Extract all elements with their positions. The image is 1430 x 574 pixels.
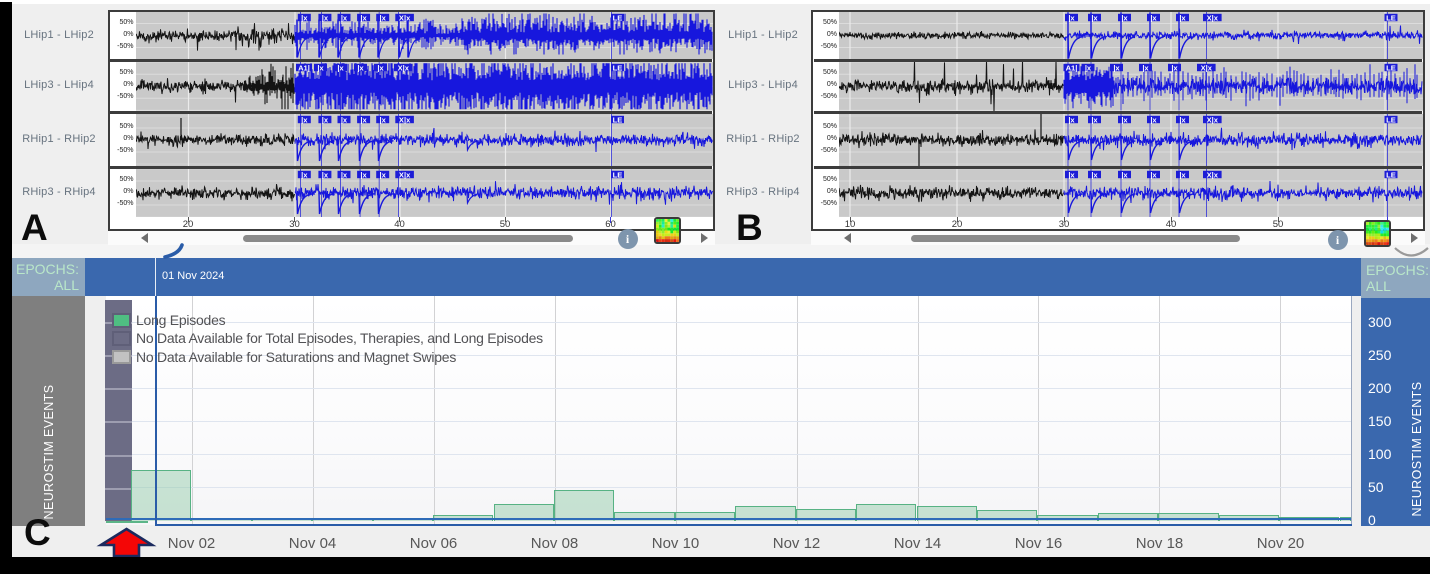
svg-text:|x: |x [1171, 63, 1178, 72]
svg-text:|x: |x [321, 115, 328, 124]
svg-text:|x: |x [337, 63, 344, 72]
svg-text:|x: |x [340, 115, 347, 124]
svg-text:|x: |x [1091, 170, 1098, 179]
svg-text:|x: |x [1068, 13, 1075, 22]
svg-text:X|x: X|x [397, 63, 409, 72]
svg-text:|x: |x [321, 13, 328, 22]
svg-text:LE: LE [1386, 115, 1396, 124]
svg-text:|x: |x [379, 115, 386, 124]
svg-text:X|x: X|x [398, 115, 410, 124]
svg-text:|x: |x [357, 63, 364, 72]
svg-text:LE: LE [612, 170, 622, 179]
svg-text:|x: |x [1179, 170, 1186, 179]
svg-text:|x: |x [379, 13, 386, 22]
svg-text:|x: |x [379, 170, 386, 179]
svg-text:|x: |x [321, 170, 328, 179]
svg-text:|x: |x [1142, 63, 1149, 72]
svg-text:LE: LE [1386, 63, 1396, 72]
svg-text:|x: |x [377, 63, 384, 72]
svg-text:|x: |x [340, 13, 347, 22]
svg-text:|x: |x [317, 63, 324, 72]
svg-text:X|x: X|x [1201, 63, 1213, 72]
svg-text:|x: |x [1091, 13, 1098, 22]
svg-text:|x: |x [1085, 63, 1092, 72]
svg-text:|x: |x [1113, 63, 1120, 72]
svg-text:|x: |x [340, 170, 347, 179]
svg-text:A1|: A1| [298, 63, 310, 72]
svg-text:|x: |x [301, 13, 308, 22]
svg-text:X|x: X|x [398, 170, 410, 179]
svg-text:A1|: A1| [1066, 63, 1078, 72]
svg-text:|x: |x [301, 170, 308, 179]
svg-text:|x: |x [1150, 115, 1157, 124]
svg-text:|x: |x [1068, 170, 1075, 179]
svg-text:|x: |x [1179, 13, 1186, 22]
svg-text:|x: |x [1179, 115, 1186, 124]
svg-text:X|x: X|x [1207, 170, 1219, 179]
svg-text:LE: LE [612, 13, 622, 22]
svg-text:|x: |x [1121, 115, 1128, 124]
svg-text:|x: |x [1091, 115, 1098, 124]
svg-text:LE: LE [1386, 170, 1396, 179]
svg-text:|x: |x [1150, 170, 1157, 179]
svg-text:X|x: X|x [398, 13, 410, 22]
svg-text:|x: |x [360, 170, 367, 179]
svg-text:X|x: X|x [1207, 13, 1219, 22]
svg-text:|x: |x [301, 115, 308, 124]
svg-text:LE: LE [612, 63, 622, 72]
svg-text:|x: |x [1121, 170, 1128, 179]
svg-text:LE: LE [612, 115, 622, 124]
svg-text:|x: |x [360, 13, 367, 22]
svg-text:LE: LE [1386, 13, 1396, 22]
svg-text:|x: |x [360, 115, 367, 124]
svg-text:|x: |x [1150, 13, 1157, 22]
svg-text:|x: |x [1121, 13, 1128, 22]
svg-text:X|x: X|x [1207, 115, 1219, 124]
svg-text:|x: |x [1068, 115, 1075, 124]
